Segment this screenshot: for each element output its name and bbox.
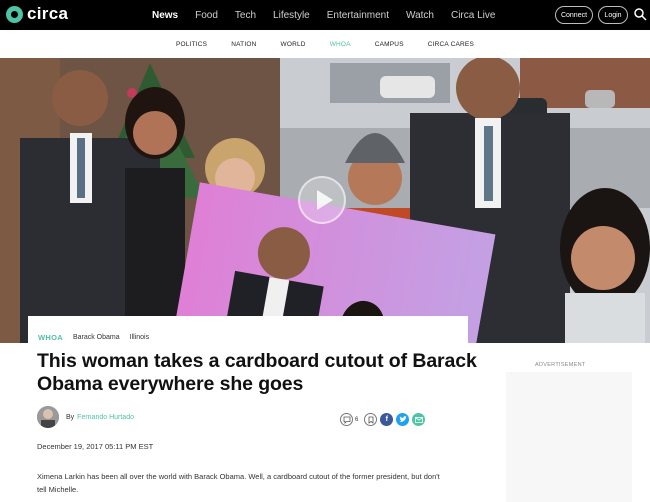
section-nation[interactable]: NATION: [231, 41, 256, 48]
twitter-icon[interactable]: [396, 413, 410, 426]
advertisement-slot[interactable]: [506, 372, 632, 502]
section-world[interactable]: WORLD: [280, 41, 305, 48]
top-navigation-bar: circa News Food Tech Lifestyle Entertain…: [0, 0, 650, 30]
nav-item-news[interactable]: News: [152, 10, 178, 21]
circa-logo-icon: [6, 5, 23, 23]
tag-whoa[interactable]: WHOA: [38, 333, 63, 342]
nav-item-food[interactable]: Food: [195, 10, 218, 21]
section-politics[interactable]: POLITICS: [176, 41, 207, 48]
section-circa-cares[interactable]: CIRCA CARES: [428, 41, 474, 48]
hero-video[interactable]: [0, 58, 650, 343]
share-bar: 6 f: [340, 413, 428, 426]
tag-barack-obama[interactable]: Barack Obama: [73, 334, 120, 341]
play-icon[interactable]: [298, 176, 346, 224]
byline-prefix: By: [66, 413, 75, 421]
tag-illinois[interactable]: Illinois: [130, 334, 149, 341]
article-headline: This woman takes a cardboard cutout of B…: [37, 350, 477, 395]
logo-text: circa: [27, 4, 69, 23]
nav-item-tech[interactable]: Tech: [235, 10, 256, 21]
search-icon[interactable]: [633, 7, 647, 21]
nav-item-circa-live[interactable]: Circa Live: [451, 10, 495, 21]
bookmark-icon[interactable]: [364, 413, 378, 426]
facebook-icon[interactable]: f: [380, 413, 394, 426]
section-nav: POLITICS NATION WORLD WHOA CAMPUS CIRCA …: [0, 30, 650, 58]
main-nav: News Food Tech Lifestyle Entertainment W…: [152, 0, 512, 30]
nav-item-entertainment[interactable]: Entertainment: [327, 10, 389, 21]
author-avatar[interactable]: [37, 406, 59, 428]
circa-logo[interactable]: circa: [6, 4, 68, 24]
publish-date: December 19, 2017 05:11 PM EST: [37, 442, 154, 451]
email-icon[interactable]: [412, 413, 426, 426]
comment-count: 6: [355, 416, 359, 423]
section-campus[interactable]: CAMPUS: [375, 41, 404, 48]
article-tags: WHOA Barack Obama Illinois: [38, 333, 159, 342]
nav-item-lifestyle[interactable]: Lifestyle: [273, 10, 310, 21]
comment-icon[interactable]: [340, 413, 353, 426]
section-whoa[interactable]: WHOA: [330, 41, 351, 48]
article-lede: Ximena Larkin has been all over the worl…: [37, 472, 440, 494]
connect-button[interactable]: Connect: [555, 6, 593, 24]
nav-item-watch[interactable]: Watch: [406, 10, 434, 21]
byline: By Fernando Hurtado: [37, 406, 134, 428]
author-link[interactable]: Fernando Hurtado: [77, 414, 134, 421]
advertisement-label: ADVERTISEMENT: [535, 362, 586, 368]
login-button[interactable]: Login: [598, 6, 628, 24]
